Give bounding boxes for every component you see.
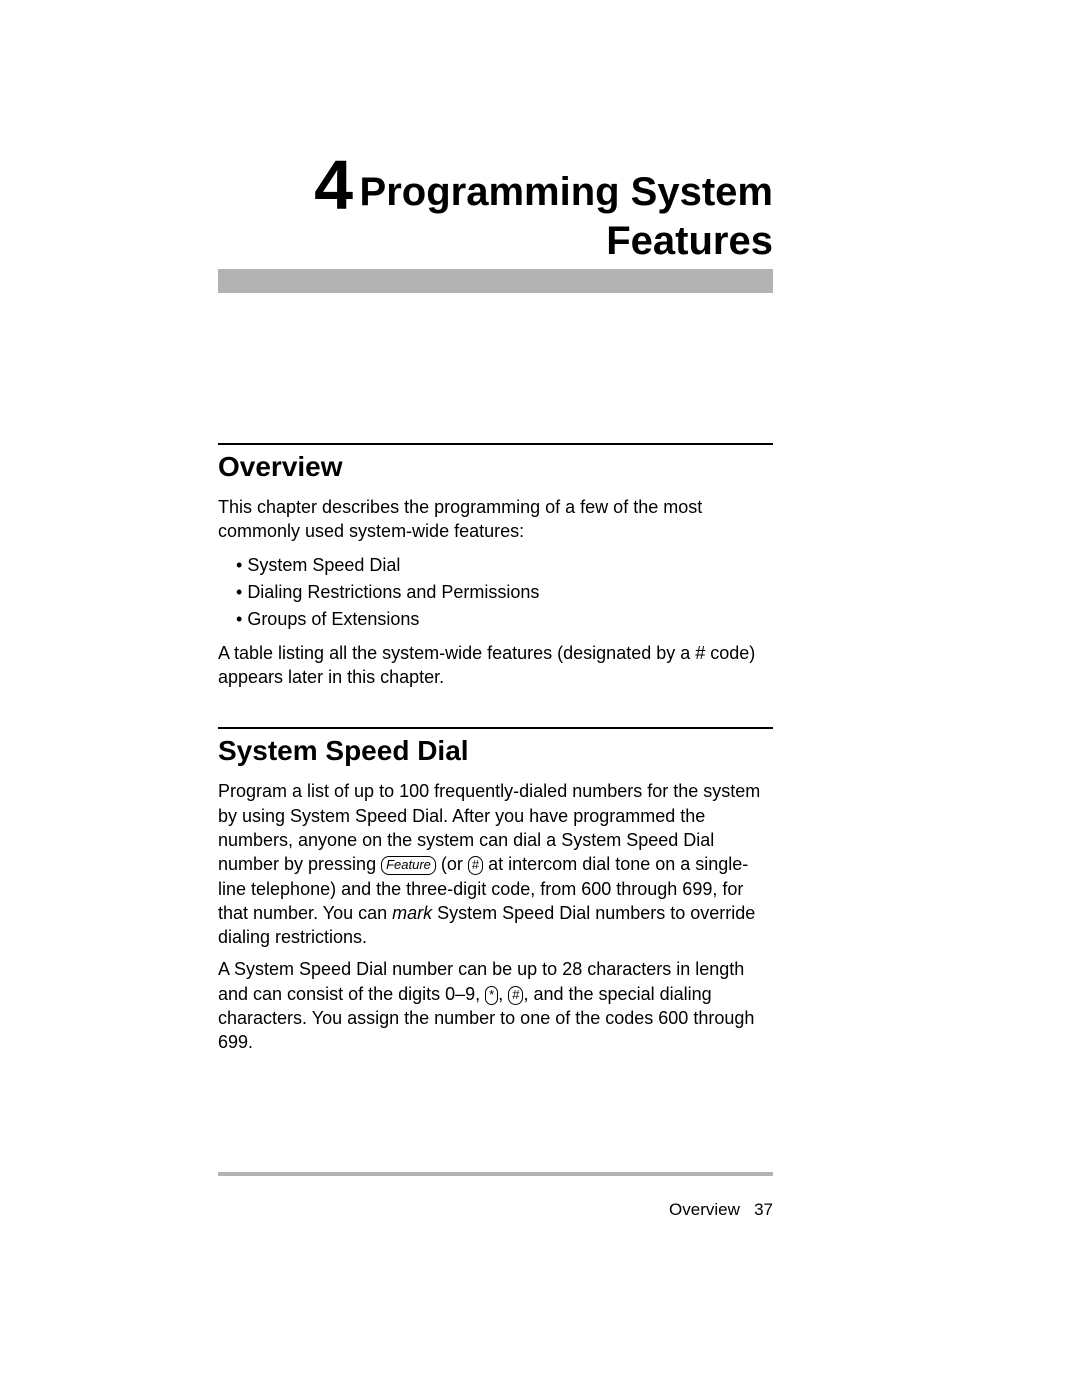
overview-outro: A table listing all the system-wide feat… <box>218 641 773 690</box>
overview-bullets: System Speed Dial Dialing Restrictions a… <box>218 552 773 633</box>
overview-intro: This chapter describes the programming o… <box>218 495 773 544</box>
chapter-rule <box>218 269 773 293</box>
star-key-icon: * <box>485 986 498 1005</box>
page: 4 Programming System Features Overview T… <box>0 0 1080 1397</box>
chapter-header: 4 Programming System Features <box>218 150 773 293</box>
footer-rule <box>218 1172 773 1176</box>
text: , <box>498 984 508 1004</box>
speed-dial-p2: A System Speed Dial number can be up to … <box>218 957 773 1054</box>
page-number: 37 <box>754 1200 773 1219</box>
list-item: System Speed Dial <box>218 552 773 579</box>
chapter-title-line1: Programming System <box>360 170 773 214</box>
hash-key-icon: # <box>508 986 523 1005</box>
section-overview: Overview This chapter describes the prog… <box>218 443 773 689</box>
chapter-number: 4 <box>314 150 353 220</box>
overview-heading: Overview <box>218 451 773 483</box>
chapter-title-line2: Features <box>606 219 773 263</box>
feature-key-icon: Feature <box>381 856 436 875</box>
footer-label: Overview <box>669 1200 740 1219</box>
emphasis: mark <box>392 903 432 923</box>
speed-dial-p1: Program a list of up to 100 frequently-d… <box>218 779 773 949</box>
section-rule <box>218 727 773 729</box>
footer: Overview 37 <box>218 1200 773 1220</box>
content-column: 4 Programming System Features Overview T… <box>218 0 773 1063</box>
hash-key-icon: # <box>468 856 483 875</box>
text: (or <box>436 854 468 874</box>
section-rule <box>218 443 773 445</box>
list-item: Groups of Extensions <box>218 606 773 633</box>
list-item: Dialing Restrictions and Permissions <box>218 579 773 606</box>
speed-dial-heading: System Speed Dial <box>218 735 773 767</box>
section-speed-dial: System Speed Dial Program a list of up t… <box>218 727 773 1054</box>
